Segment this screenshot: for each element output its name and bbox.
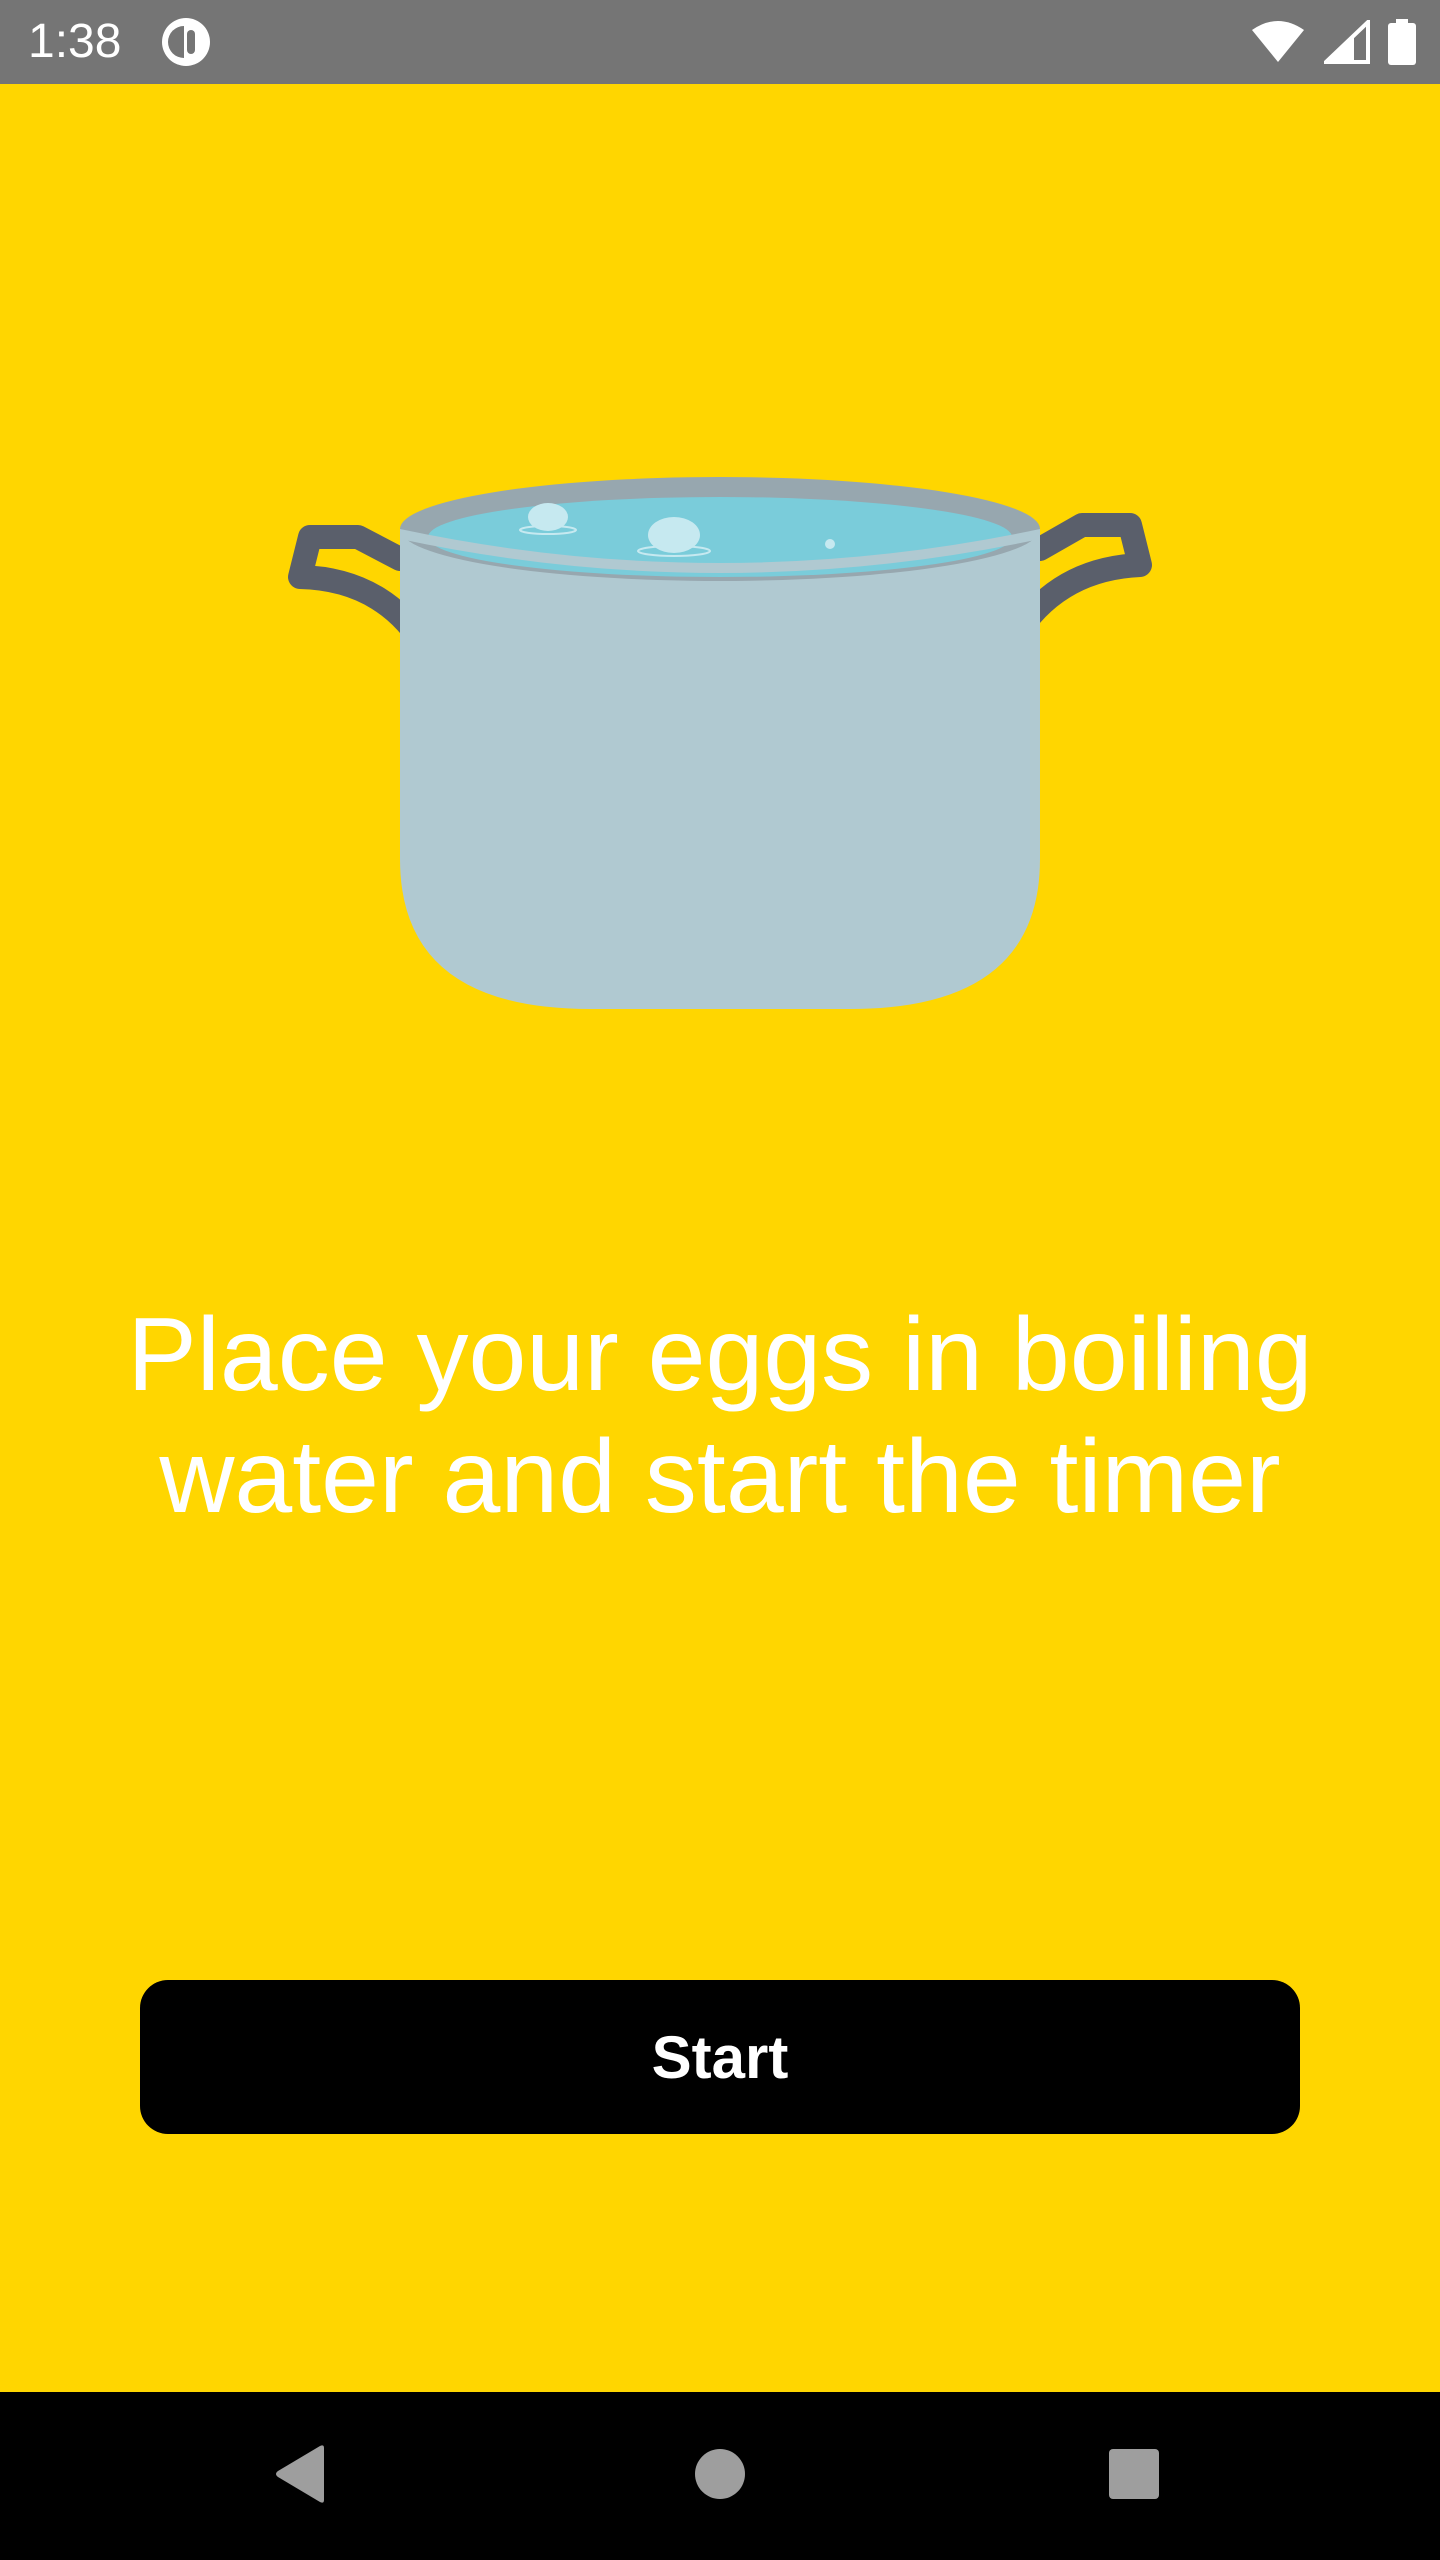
back-icon <box>270 2442 330 2511</box>
status-icons <box>1250 18 1416 66</box>
start-button[interactable]: Start <box>140 1980 1300 2134</box>
boiling-pot-icon <box>270 429 1170 1029</box>
main-content: Place your eggs in boiling water and sta… <box>0 84 1440 2392</box>
egg-timer-screen: 1:38 Place your eggs in boiling water an… <box>0 0 1440 2560</box>
battery-icon <box>1388 19 1416 65</box>
cellular-signal-icon <box>1324 20 1370 64</box>
app-notification-icon <box>160 16 212 68</box>
instruction-text: Place your eggs in boiling water and sta… <box>127 1297 1313 1535</box>
recents-icon <box>1107 2447 1161 2506</box>
recents-button[interactable] <box>1034 2392 1234 2560</box>
home-button[interactable] <box>620 2392 820 2560</box>
back-button[interactable] <box>200 2392 400 2560</box>
home-icon <box>693 2447 747 2506</box>
navigation-bar <box>0 2392 1440 2560</box>
wifi-icon <box>1250 20 1306 64</box>
status-time: 1:38 <box>28 15 122 68</box>
status-bar: 1:38 <box>0 0 1440 84</box>
